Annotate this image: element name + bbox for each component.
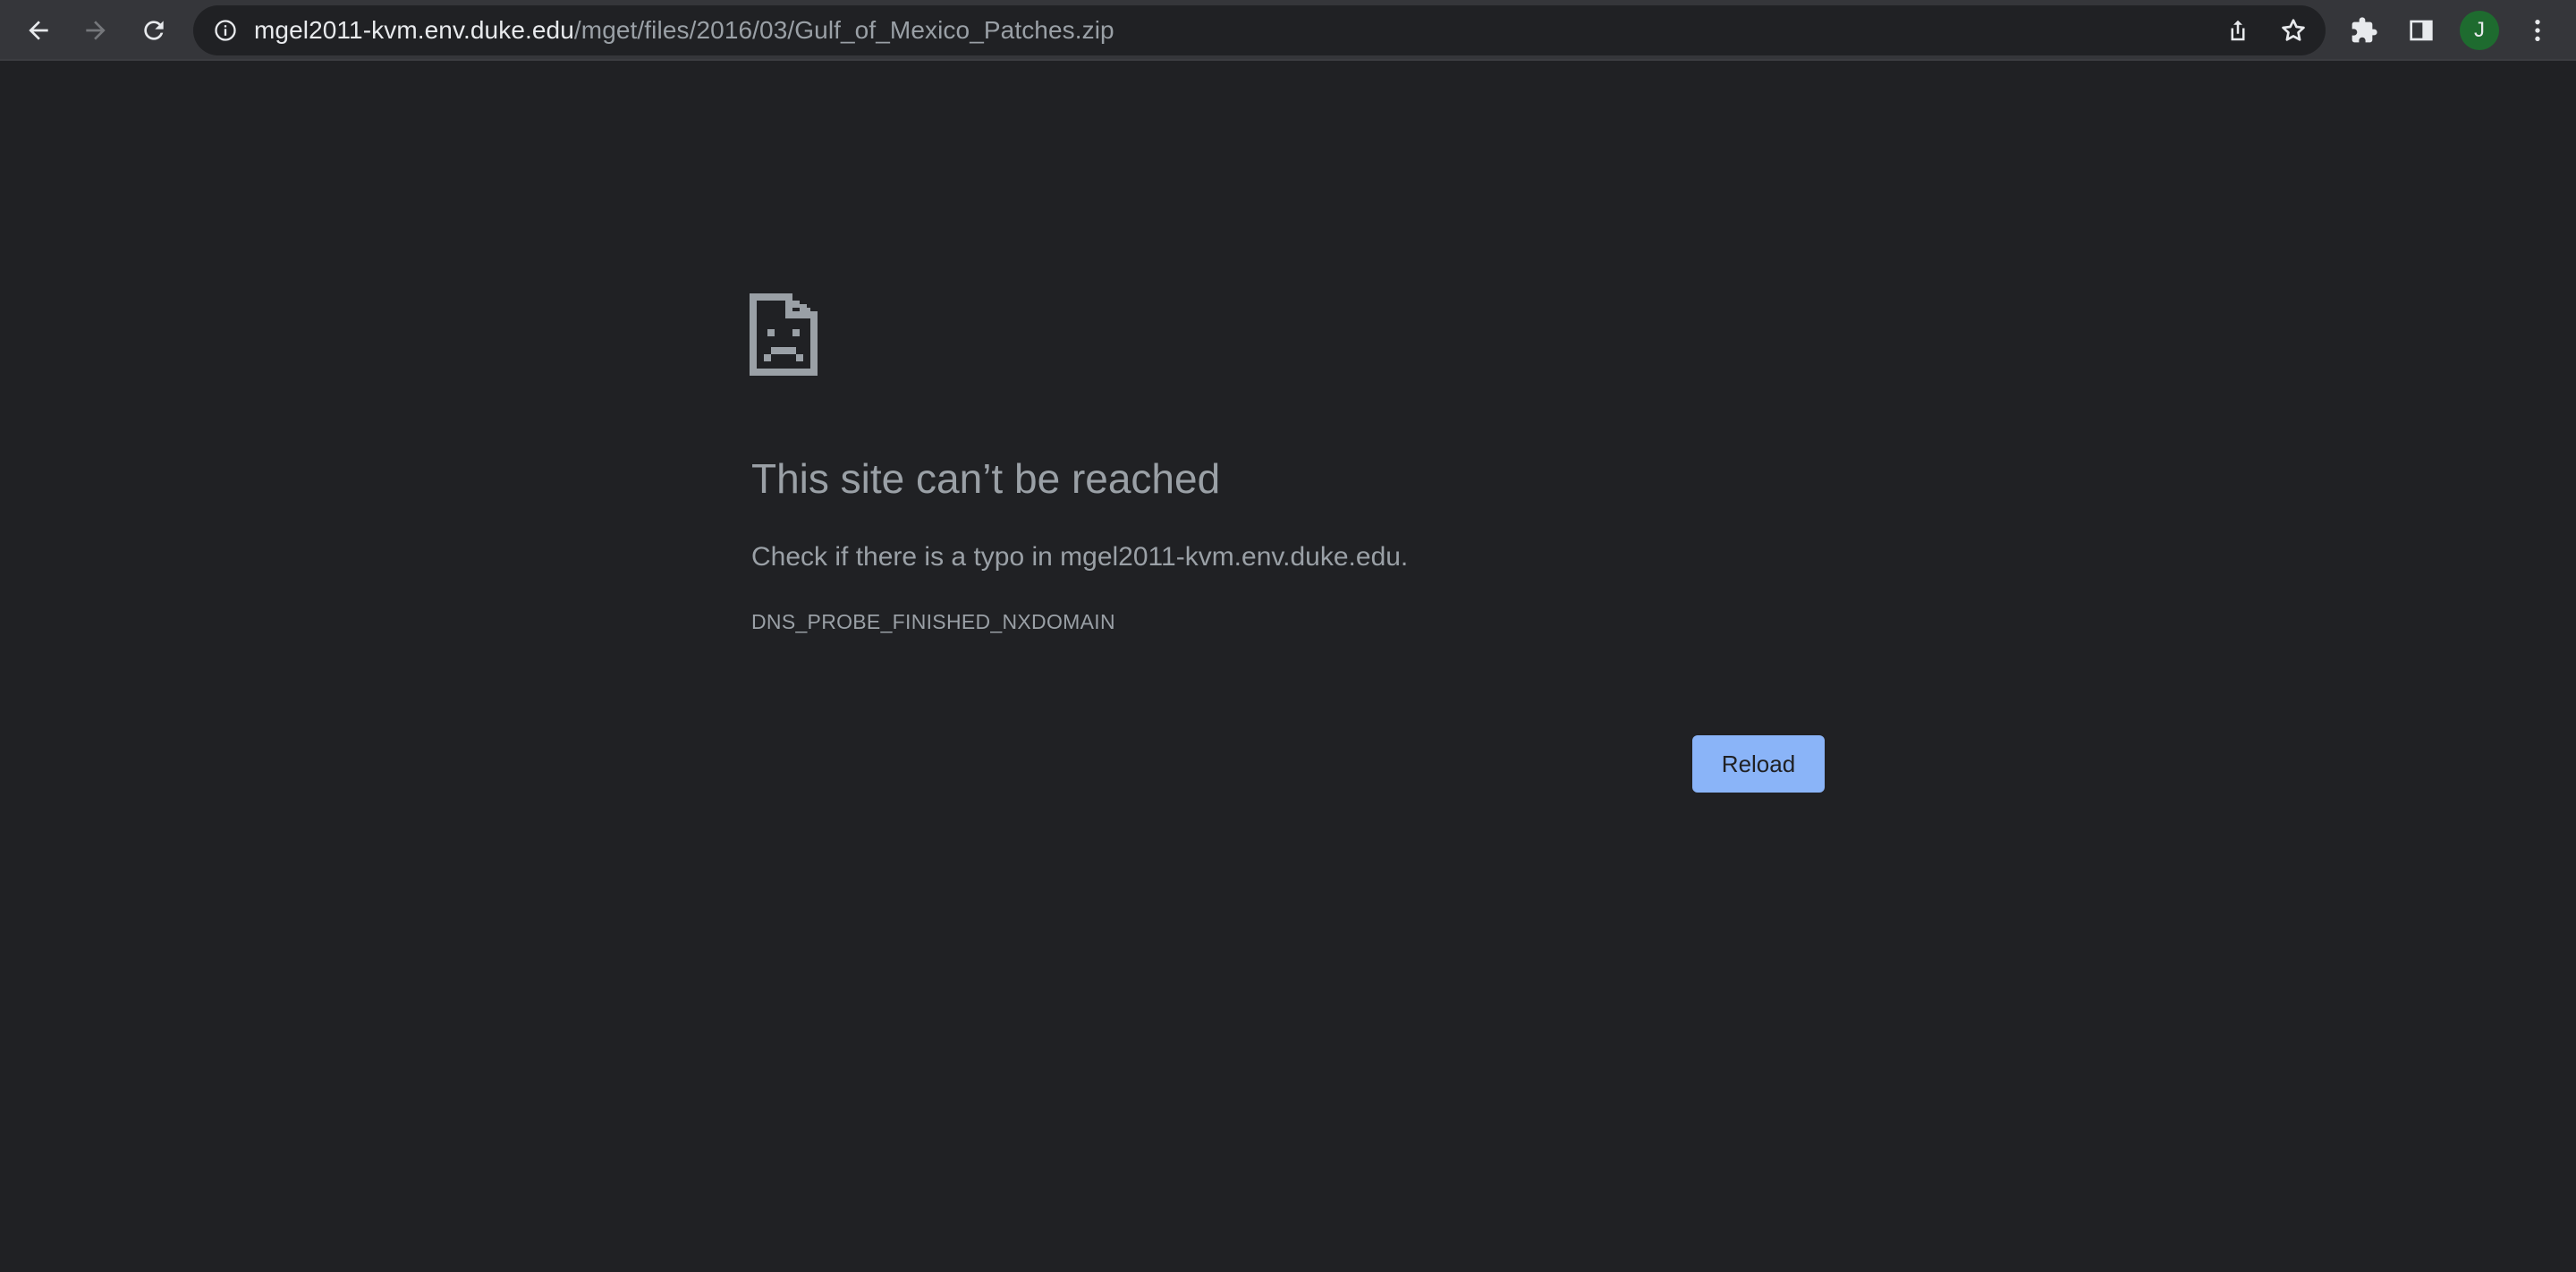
page-content: This site can’t be reached Check if ther… <box>0 61 2576 1272</box>
kebab-menu-icon <box>2535 20 2540 41</box>
puzzle-icon <box>2351 17 2377 43</box>
reload-icon <box>144 21 164 40</box>
profile-avatar[interactable]: J <box>2460 11 2499 50</box>
menu-button[interactable] <box>2516 9 2559 52</box>
arrow-right-icon <box>86 21 106 40</box>
address-bar[interactable]: mgel2011-kvm.env.duke.edu/mget/files/201… <box>193 5 2326 55</box>
extensions-button[interactable] <box>2343 9 2385 52</box>
sad-document-icon <box>750 293 818 376</box>
url-path: /mget/files/2016/03/Gulf_of_Mexico_Patch… <box>573 16 1114 44</box>
star-icon <box>2282 19 2305 41</box>
error-code: DNS_PROBE_FINISHED_NXDOMAIN <box>751 610 1115 633</box>
arrow-left-icon <box>29 21 48 40</box>
side-panel-icon <box>2410 20 2433 41</box>
url-host: mgel2011-kvm.env.duke.edu <box>254 16 574 44</box>
browser-toolbar: mgel2011-kvm.env.duke.edu/mget/files/201… <box>0 0 2576 61</box>
url-text[interactable]: mgel2011-kvm.env.duke.edu/mget/files/201… <box>254 5 1114 55</box>
reload-button[interactable] <box>132 9 175 52</box>
error-title: This site can’t be reached <box>751 455 1221 502</box>
side-panel-button[interactable] <box>2400 9 2443 52</box>
share-icon <box>2231 20 2245 41</box>
bookmark-button[interactable] <box>2275 13 2311 48</box>
forward-button[interactable] <box>74 9 117 52</box>
back-button[interactable] <box>17 9 60 52</box>
share-button[interactable] <box>2220 13 2256 48</box>
info-icon[interactable] <box>211 16 240 45</box>
error-description: Check if there is a typo in mgel2011-kvm… <box>751 542 1409 572</box>
reload-page-button[interactable]: Reload <box>1692 735 1825 793</box>
